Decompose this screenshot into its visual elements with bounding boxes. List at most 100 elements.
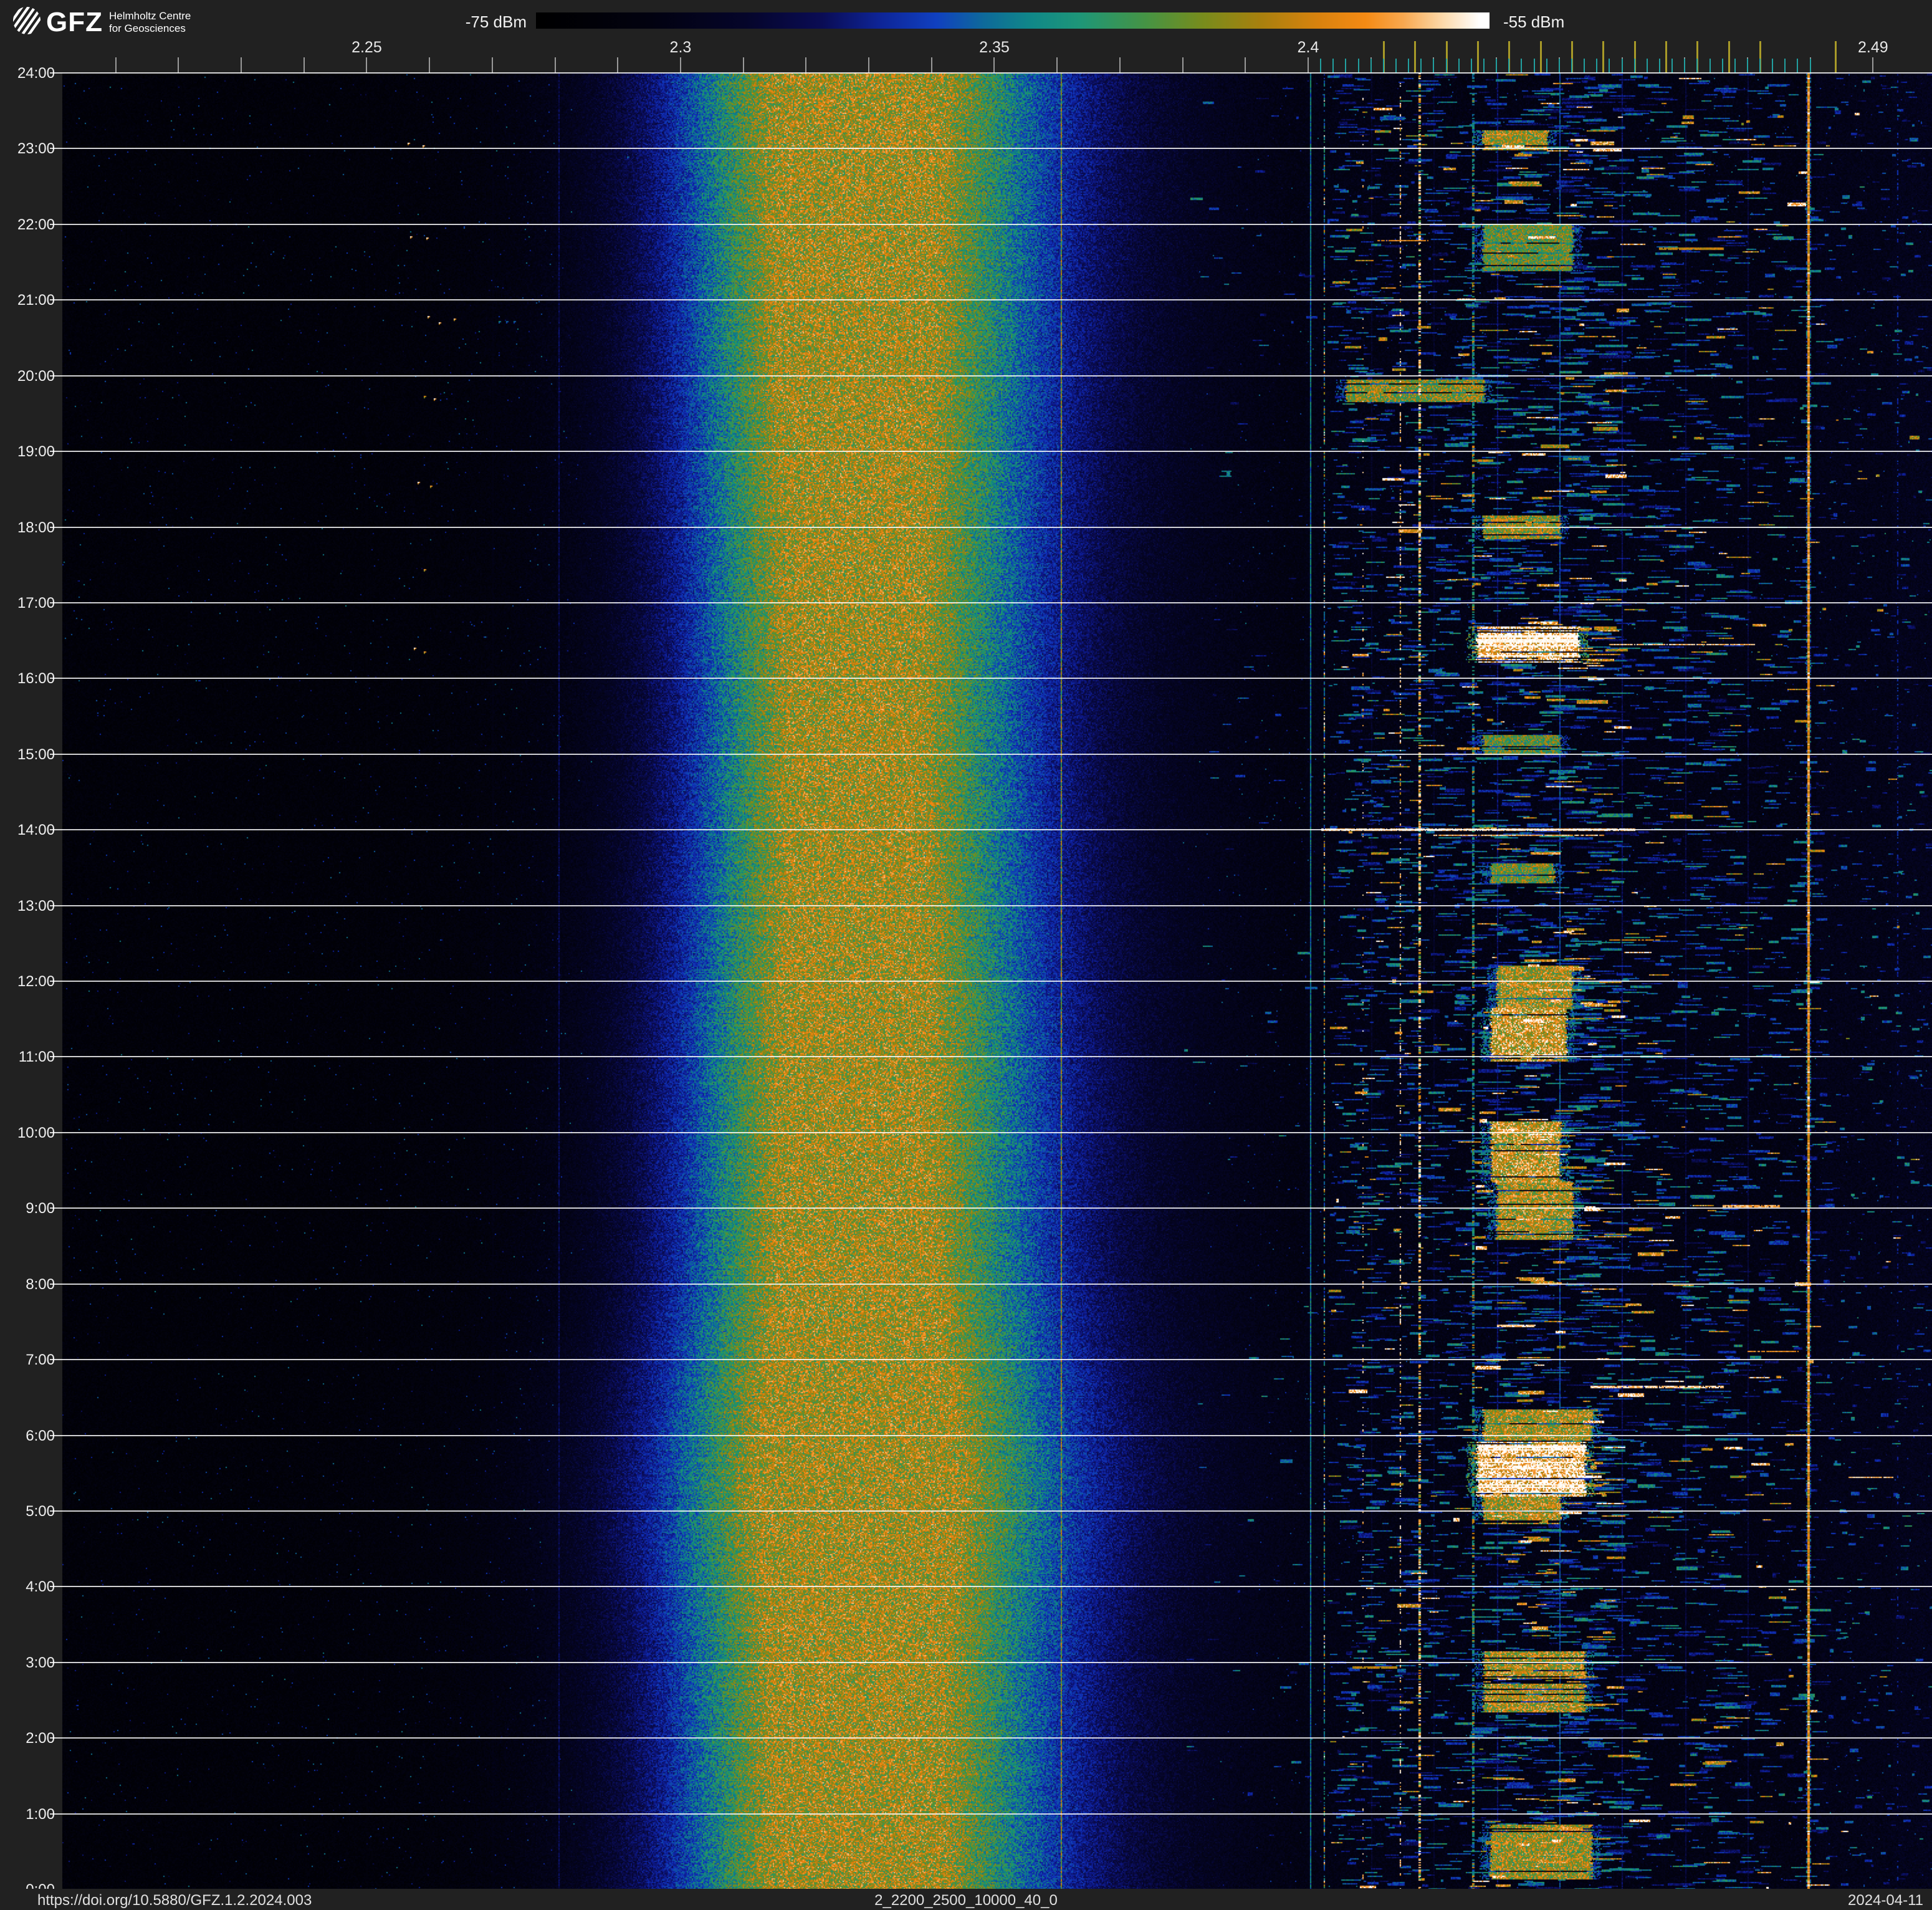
time-label-600: 6:00 <box>26 1427 55 1444</box>
time-label-500: 5:00 <box>26 1502 55 1520</box>
ble-channel-tick <box>1809 59 1811 73</box>
time-label-1400: 14:00 <box>17 822 55 839</box>
freq-minor-tick <box>1182 57 1184 73</box>
colorbar <box>536 12 1490 29</box>
doi-link[interactable]: https://doi.org/10.5880/GFZ.1.2.2024.003 <box>37 1892 312 1909</box>
ble-channel-tick <box>1696 59 1698 73</box>
hour-gridline <box>50 905 1932 906</box>
freq-minor-tick <box>805 57 807 73</box>
freq-minor-tick <box>429 57 431 73</box>
ble-channel-tick <box>1721 59 1723 73</box>
ble-channel-tick <box>1646 59 1648 73</box>
time-label-1100: 11:00 <box>18 1049 55 1066</box>
logo-acronym: GFZ <box>46 6 103 37</box>
ble-channel-tick <box>1496 59 1498 73</box>
hour-gridline <box>50 1586 1932 1588</box>
time-label-900: 9:00 <box>26 1200 55 1217</box>
wifi-channel-tick <box>1414 41 1417 73</box>
ble-channel-tick <box>1759 59 1761 73</box>
wifi-channel-tick <box>1476 41 1479 73</box>
hour-gridline <box>50 72 1932 74</box>
logo: GFZ Helmholtz Centre for Geosciences <box>7 1 191 40</box>
freq-minor-tick <box>241 57 242 73</box>
freq-minor-tick <box>868 57 870 73</box>
freq-minor-tick <box>554 57 556 73</box>
ble-channel-tick <box>1345 59 1347 73</box>
freq-minor-tick <box>930 57 932 73</box>
time-label-1200: 12:00 <box>17 973 55 990</box>
freq-label-2.4: 2.4 <box>1297 39 1319 56</box>
hour-gridline <box>50 526 1932 528</box>
ble-channel-tick <box>1633 59 1635 73</box>
ble-channel-tick <box>1772 59 1774 73</box>
freq-minor-tick <box>1056 57 1058 73</box>
ble-channel-tick <box>1521 59 1523 73</box>
freq-minor-tick <box>1245 57 1246 73</box>
hour-gridline <box>50 1510 1932 1512</box>
ble-channel-tick <box>1658 59 1660 73</box>
colorbar-min-label: -75 dBm <box>465 12 527 31</box>
ble-channel-tick <box>1784 59 1786 73</box>
time-label-2400: 24:00 <box>17 65 55 82</box>
ble-channel-tick <box>1621 59 1623 73</box>
time-label-2300: 23:00 <box>17 140 55 158</box>
time-label-2100: 21:00 <box>17 292 55 309</box>
time-label-400: 4:00 <box>26 1578 55 1596</box>
ble-channel-tick <box>1458 59 1460 73</box>
time-label-1700: 17:00 <box>17 594 55 612</box>
time-label-2200: 22:00 <box>17 216 55 233</box>
ble-channel-tick <box>1357 59 1359 73</box>
freq-minor-tick <box>178 57 179 73</box>
ble-channel-tick <box>1433 59 1435 73</box>
time-label-1500: 15:00 <box>17 746 55 763</box>
hour-gridline <box>50 1283 1932 1285</box>
ble-channel-tick <box>1709 59 1711 73</box>
freq-minor-tick <box>1119 57 1121 73</box>
freq-minor-tick <box>1307 57 1309 73</box>
logo-subtitle: Helmholtz Centre for Geosciences <box>109 10 191 35</box>
ble-channel-tick <box>1483 59 1485 73</box>
wifi-channel-tick <box>1728 41 1730 73</box>
ble-channel-tick <box>1584 59 1585 73</box>
spectrogram-page: GFZ Helmholtz Centre for Geosciences -75… <box>0 0 1932 1910</box>
ble-channel-tick <box>1470 59 1472 73</box>
time-label-1800: 18:00 <box>17 519 55 536</box>
ble-channel-tick <box>1684 59 1686 73</box>
hour-gridline <box>50 223 1932 225</box>
ble-channel-tick <box>1395 59 1397 73</box>
time-label-800: 8:00 <box>26 1275 55 1293</box>
hour-gridline <box>50 1056 1932 1058</box>
time-label-100: 1:00 <box>26 1805 55 1823</box>
date-label: 2024-04-11 <box>1848 1892 1923 1909</box>
time-label-700: 7:00 <box>26 1351 55 1369</box>
freq-minor-tick <box>1872 57 1874 73</box>
freq-minor-tick <box>617 57 619 73</box>
freq-minor-tick <box>679 57 681 73</box>
dataset-id: 2_2200_2500_10000_40_0 <box>874 1892 1058 1909</box>
ble-channel-tick <box>1596 59 1598 73</box>
ble-channel-tick <box>1571 59 1572 73</box>
wifi-channel-tick <box>1539 41 1542 73</box>
ble-channel-tick <box>1370 59 1372 73</box>
time-label-2000: 20:00 <box>17 367 55 385</box>
time-label-200: 2:00 <box>26 1730 55 1747</box>
ble-channel-tick <box>1609 59 1610 73</box>
gfz-globe-icon <box>7 1 46 40</box>
wifi-channel-tick <box>1665 41 1667 73</box>
hour-gridline <box>50 602 1932 603</box>
hour-gridline <box>50 1434 1932 1436</box>
freq-minor-tick <box>993 57 995 73</box>
ble-channel-tick <box>1332 59 1334 73</box>
freq-minor-tick <box>115 57 117 73</box>
wifi-channel-tick <box>1602 41 1605 73</box>
freq-minor-tick <box>491 57 493 73</box>
hour-gridline <box>50 1207 1932 1209</box>
time-label-1300: 13:00 <box>17 897 55 914</box>
hour-gridline <box>50 1359 1932 1361</box>
time-label-1000: 10:00 <box>17 1124 55 1141</box>
hour-gridline <box>50 148 1932 150</box>
hour-gridline <box>50 1813 1932 1815</box>
time-label-1900: 19:00 <box>17 443 55 461</box>
hour-gridline <box>50 1131 1932 1133</box>
ble-channel-tick <box>1420 59 1422 73</box>
